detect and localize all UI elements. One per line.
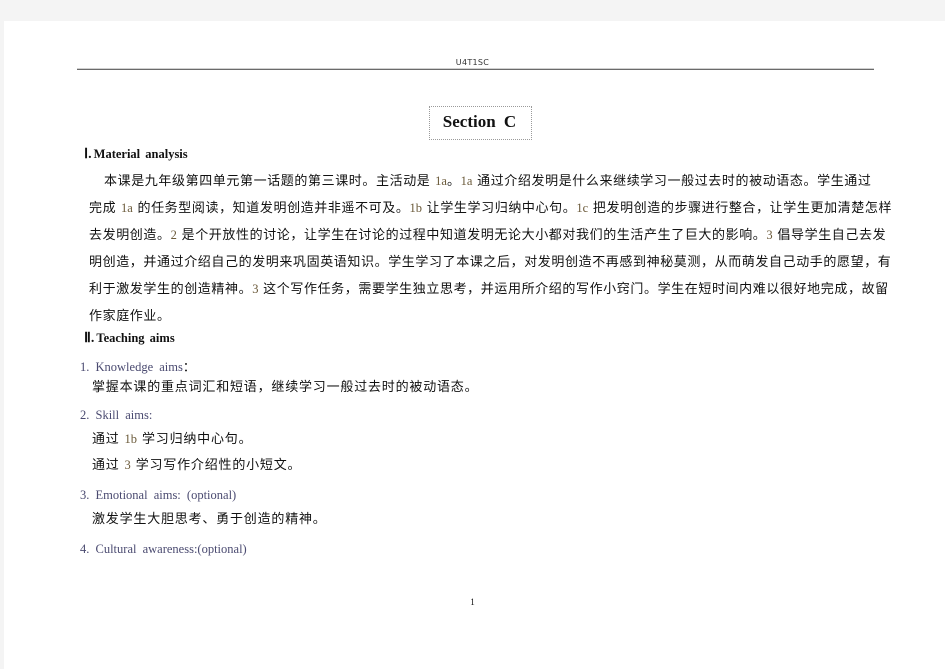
paragraph-line: 本课是九年级第四单元第一话题的第三课时。主活动是 1a。1a 通过介绍发明是什么… <box>90 168 874 195</box>
activity-ref: 1a <box>435 174 447 188</box>
text-run: 学习归纳中心句。 <box>137 432 253 447</box>
text-run: 掌握本课的重点词汇和短语，继续学习一般过去时的被动语态。 <box>92 380 479 395</box>
heading-teaching-aims: Ⅱ. Teaching aims <box>84 330 175 347</box>
running-header: U4T1SC <box>455 58 490 67</box>
activity-ref: 1b <box>124 432 138 446</box>
text-run: 把发明创造的步骤进行整合，让学生更加清楚怎样 <box>588 201 893 216</box>
aim-title: 1. Knowledge aims： <box>80 356 195 375</box>
activity-ref: 1b <box>409 201 422 215</box>
text-run: 的任务型阅读，知道发明创造并非遥不可及。 <box>132 201 410 216</box>
text-run: 通过 <box>92 458 125 473</box>
page-number: 1 <box>470 597 475 607</box>
aim-label: 3. Emotional aims: (optional) <box>80 488 237 502</box>
aim-title: 4. Cultural awareness:(optional) <box>80 542 247 557</box>
section-title: Section C <box>442 112 517 131</box>
text-run: 学习写作介绍性的小短文。 <box>130 458 302 473</box>
paragraph-line: 明创造，并通过介绍自己的发明来巩固英语知识。学生学习了本课之后，对发明创造不再感… <box>89 249 891 276</box>
activity-ref: 1c <box>576 201 589 215</box>
paragraph-line: 作家庭作业。 <box>89 303 874 330</box>
aim-label: 4. Cultural awareness:(optional) <box>80 542 247 556</box>
aim-label: 1. Knowledge aims <box>80 360 183 374</box>
heading-text: Material analysis <box>93 147 188 161</box>
text-run: 激发学生大胆思考、勇于创造的精神。 <box>92 512 327 527</box>
heading-material-analysis: Ⅰ. Material analysis <box>84 146 188 163</box>
aim-description: 通过 3 学习写作介绍性的小短文。 <box>92 454 301 473</box>
text-run: 通过介绍发明是什么来继续学习一般过去时的被动语态。学生通过 <box>472 174 872 189</box>
aim-label: 2. Skill aims: <box>80 408 153 422</box>
text-run: 去发明创造。 <box>89 228 171 243</box>
aim-title: 3. Emotional aims: (optional) <box>80 488 236 503</box>
text-run: 是个开放性的讨论，让学生在讨论的过程中知道发明无论大小都对我们的生活产生了巨大的… <box>176 228 767 243</box>
aim-title: 2. Skill aims: <box>80 408 152 423</box>
activity-ref: 1a <box>460 174 473 188</box>
paragraph-line: 去发明创造。2 是个开放性的讨论，让学生在讨论的过程中知道发明无论大小都对我们的… <box>89 222 886 249</box>
text-run: 明创造，并通过介绍自己的发明来巩固英语知识。学生学习了本课之后，对发明创造不再感… <box>89 255 892 270</box>
text-run: 这个写作任务，需要学生独立思考，并运用所介绍的写作小窍门。学生在短时间内难以很好… <box>258 282 889 297</box>
text-run: 作家庭作业。 <box>89 309 171 324</box>
text-run: 完成 <box>89 201 121 216</box>
text-run: 。 <box>446 174 461 189</box>
aim-description: 激发学生大胆思考、勇于创造的精神。 <box>92 508 327 527</box>
activity-ref: 1a <box>120 201 133 215</box>
aim-description: 通过 1b 学习归纳中心句。 <box>92 428 252 447</box>
text-run: 本课是九年级第四单元第一话题的第三课时。主活动是 <box>104 174 436 189</box>
heading-text: Teaching aims <box>96 331 175 345</box>
text-run: 让学生学习归纳中心句。 <box>421 201 577 216</box>
heading-numeral: Ⅰ. <box>84 147 92 162</box>
heading-numeral: Ⅱ. <box>84 331 95 346</box>
text-run: 利于激发学生的创造精神。 <box>89 282 253 297</box>
text-run: 通过 <box>92 432 125 447</box>
header-rule <box>77 68 874 70</box>
material-analysis-paragraph: 本课是九年级第四单元第一话题的第三课时。主活动是 1a。1a 通过介绍发明是什么… <box>89 168 891 330</box>
paragraph-line: 完成 1a 的任务型阅读，知道发明创造并非遥不可及。1b 让学生学习归纳中心句。… <box>89 195 891 222</box>
paragraph-line: 利于激发学生的创造精神。3 这个写作任务，需要学生独立思考，并运用所介绍的写作小… <box>89 276 888 303</box>
text-run: 倡导学生自己去发 <box>772 228 887 243</box>
aim-label-colon: ： <box>182 359 196 374</box>
aim-description: 掌握本课的重点词汇和短语，继续学习一般过去时的被动语态。 <box>92 376 478 395</box>
